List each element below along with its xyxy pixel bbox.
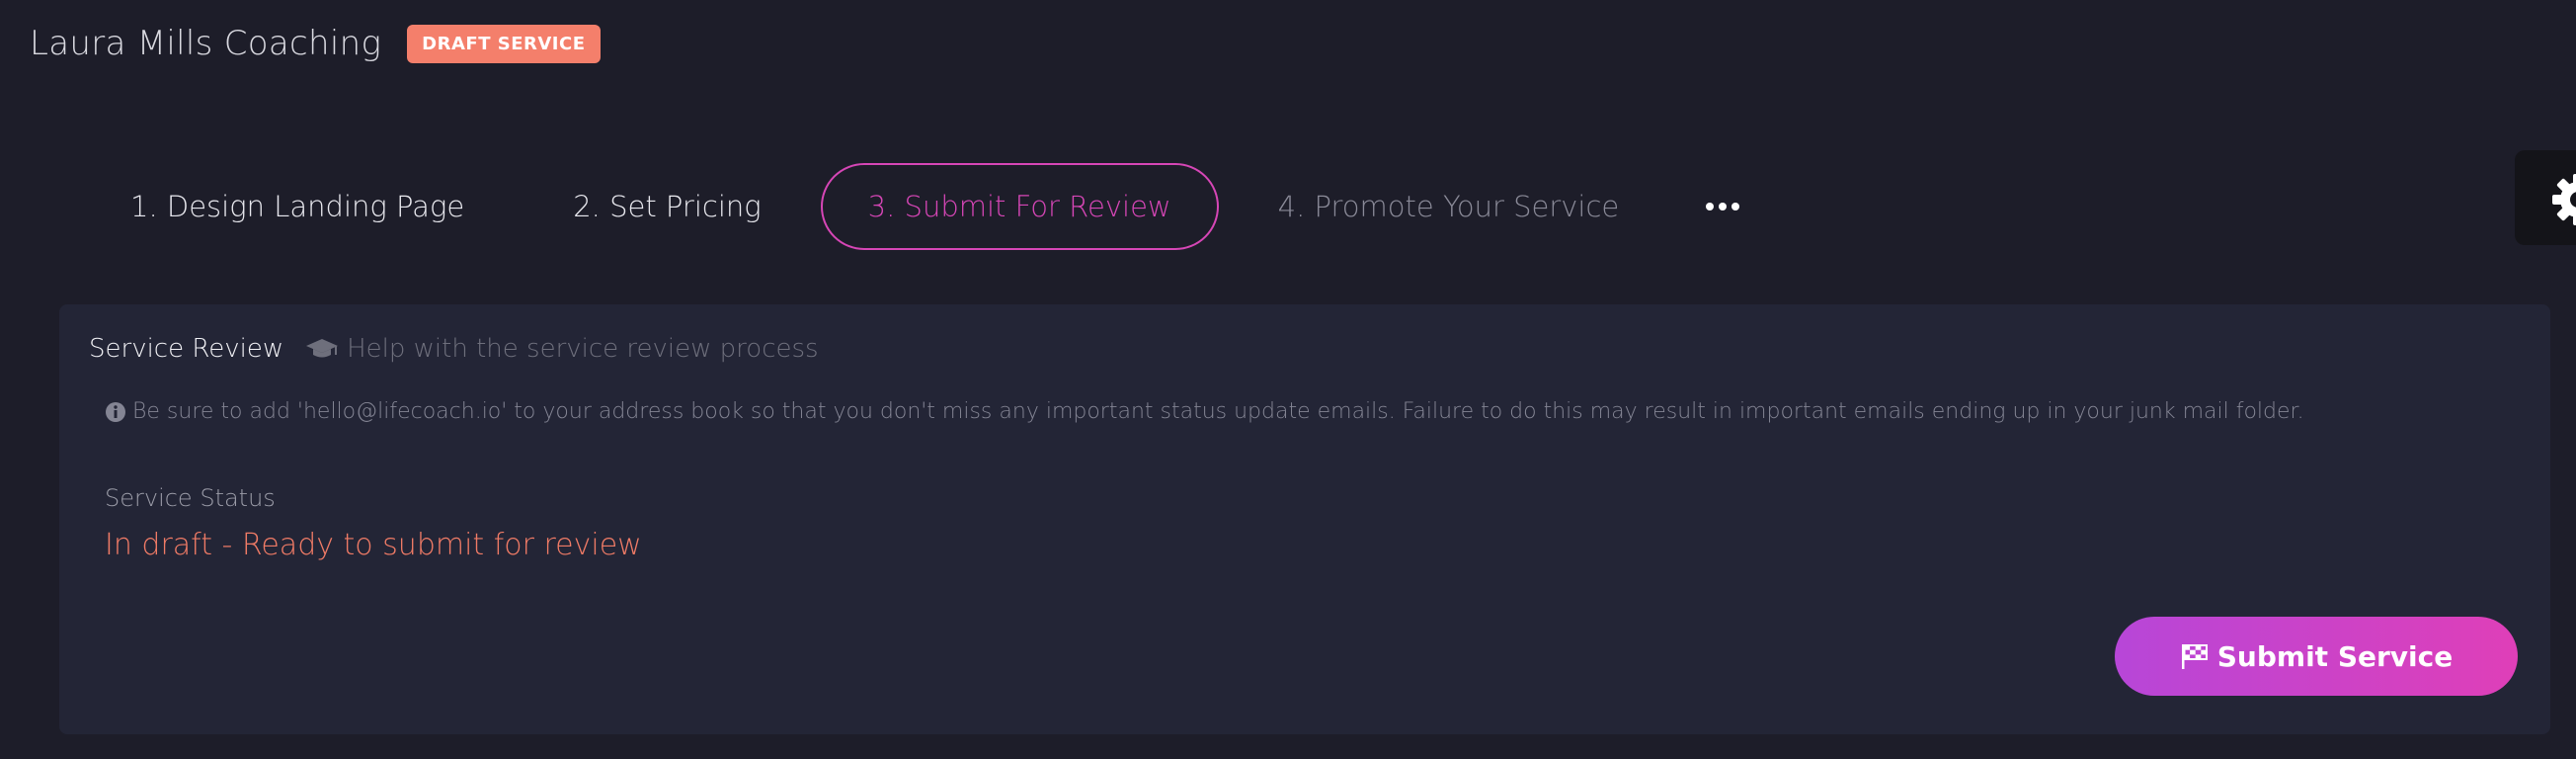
ellipsis-icon (1706, 203, 1715, 211)
graduation-cap-icon (306, 339, 339, 358)
settings-button[interactable] (2515, 150, 2576, 245)
submit-button-label: Submit Service (2216, 639, 2454, 673)
tab-promote-your-service[interactable]: 4. Promote Your Service (1237, 163, 1661, 250)
status-label: Service Status (105, 484, 276, 512)
card-title: Service Review (89, 334, 284, 364)
service-review-card: Service Review Help with the service rev… (59, 304, 2550, 734)
info-circle-icon (106, 401, 125, 422)
tab-set-pricing[interactable]: 2. Set Pricing (531, 163, 802, 250)
tab-design-landing-page[interactable]: 1. Design Landing Page (89, 163, 506, 250)
tab-submit-for-review[interactable]: 3. Submit For Review (820, 163, 1219, 250)
header: Laura Mills Coaching DRAFT SERVICE (30, 24, 601, 63)
checkered-flag-icon (2181, 644, 2208, 669)
submit-service-button[interactable]: Submit Service (2115, 617, 2518, 696)
help-link-label: Help with the service review process (347, 334, 819, 364)
status-value: In draft - Ready to submit for review (105, 528, 642, 562)
status-badge: DRAFT SERVICE (407, 24, 601, 63)
notice-text: Be sure to add 'hello@lifecoach.io' to y… (132, 399, 2304, 424)
help-link[interactable]: Help with the service review process (305, 334, 819, 364)
page: Laura Mills Coaching DRAFT SERVICE 1. De… (0, 0, 2576, 759)
email-notice: Be sure to add 'hello@lifecoach.io' to y… (105, 399, 2304, 424)
app-title: Laura Mills Coaching (30, 24, 382, 63)
more-options-button[interactable] (1706, 187, 1740, 226)
gear-icon (2552, 174, 2576, 225)
step-tabs: 1. Design Landing Page 2. Set Pricing 3.… (89, 161, 1740, 252)
card-header: Service Review Help with the service rev… (89, 334, 819, 364)
